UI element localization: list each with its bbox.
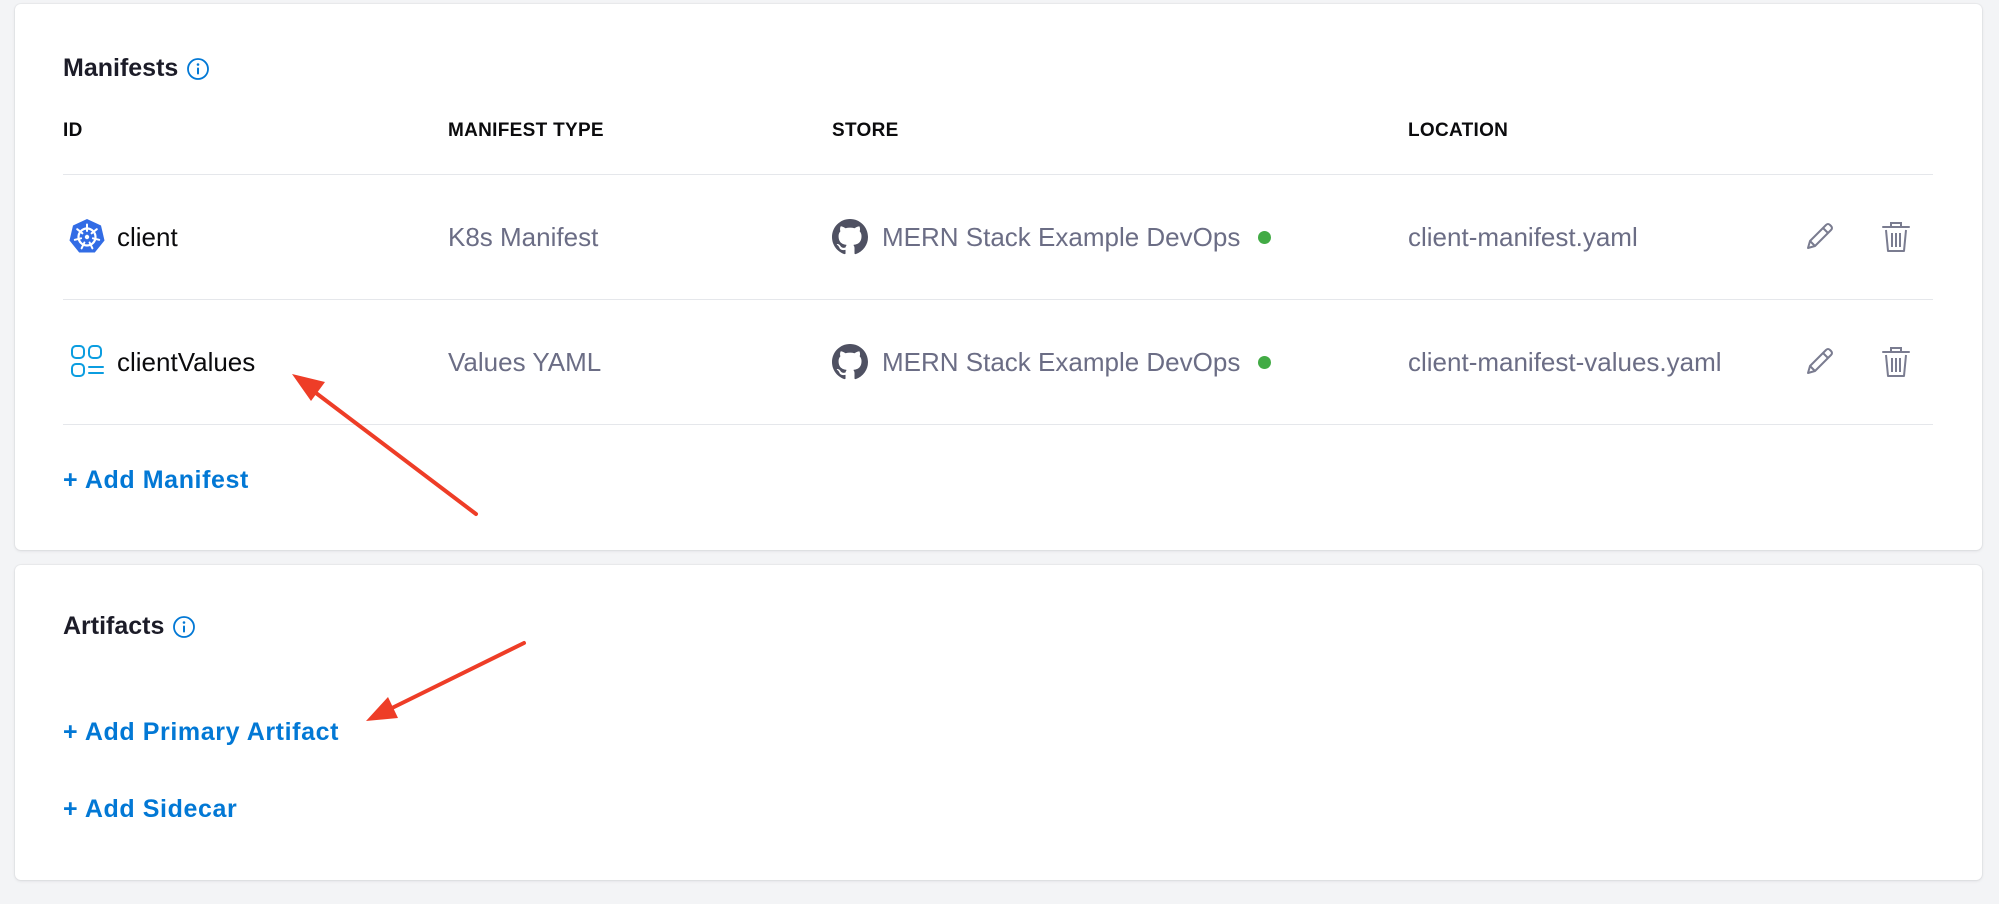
- edit-icon[interactable]: [1801, 219, 1837, 255]
- info-icon[interactable]: [172, 615, 196, 639]
- trash-icon[interactable]: [1878, 344, 1914, 380]
- manifest-location: client-manifest-values.yaml: [1408, 346, 1722, 377]
- artifacts-title-text: Artifacts: [63, 612, 165, 640]
- store-cell: MERN Stack Example DevOps: [832, 217, 1272, 257]
- github-icon: [832, 219, 868, 255]
- table-divider: [63, 174, 1933, 175]
- manifest-type: Values YAML: [448, 346, 602, 377]
- column-header-id: ID: [63, 120, 83, 141]
- table-divider: [63, 424, 1933, 425]
- status-dot: [1258, 355, 1272, 369]
- table-divider: [63, 299, 1933, 300]
- manifest-location: client-manifest.yaml: [1408, 221, 1638, 252]
- column-header-manifest-type: MANIFEST TYPE: [448, 120, 604, 141]
- artifacts-title: Artifacts: [63, 612, 196, 641]
- add-primary-artifact-link[interactable]: + Add Primary Artifact: [63, 718, 339, 747]
- manifests-section: Manifests ID MANIFEST TYPE STORE LOCATIO…: [15, 4, 1982, 550]
- add-sidecar-link[interactable]: + Add Sidecar: [63, 795, 237, 824]
- values-yaml-icon: [71, 345, 104, 377]
- store-cell: MERN Stack Example DevOps: [832, 342, 1272, 382]
- manifest-id: client: [117, 221, 178, 252]
- status-dot: [1258, 230, 1272, 244]
- manifests-title: Manifests: [63, 54, 210, 83]
- github-icon: [832, 344, 868, 380]
- manifest-type: K8s Manifest: [448, 221, 599, 252]
- column-header-store: STORE: [832, 120, 899, 141]
- row-id-cell: clientValues: [67, 342, 255, 382]
- column-header-location: LOCATION: [1408, 120, 1509, 141]
- add-manifest-link[interactable]: + Add Manifest: [63, 466, 249, 495]
- kubernetes-icon: [69, 219, 105, 253]
- manifest-id: clientValues: [117, 346, 256, 377]
- store-name: MERN Stack Example DevOps: [882, 221, 1241, 252]
- artifacts-section: Artifacts + Add Primary Artifact + Add S…: [15, 565, 1982, 880]
- manifests-title-text: Manifests: [63, 54, 179, 82]
- store-name: MERN Stack Example DevOps: [882, 346, 1241, 377]
- edit-icon[interactable]: [1801, 344, 1837, 380]
- info-icon[interactable]: [186, 57, 210, 81]
- trash-icon[interactable]: [1878, 219, 1914, 255]
- row-id-cell: client: [67, 217, 178, 257]
